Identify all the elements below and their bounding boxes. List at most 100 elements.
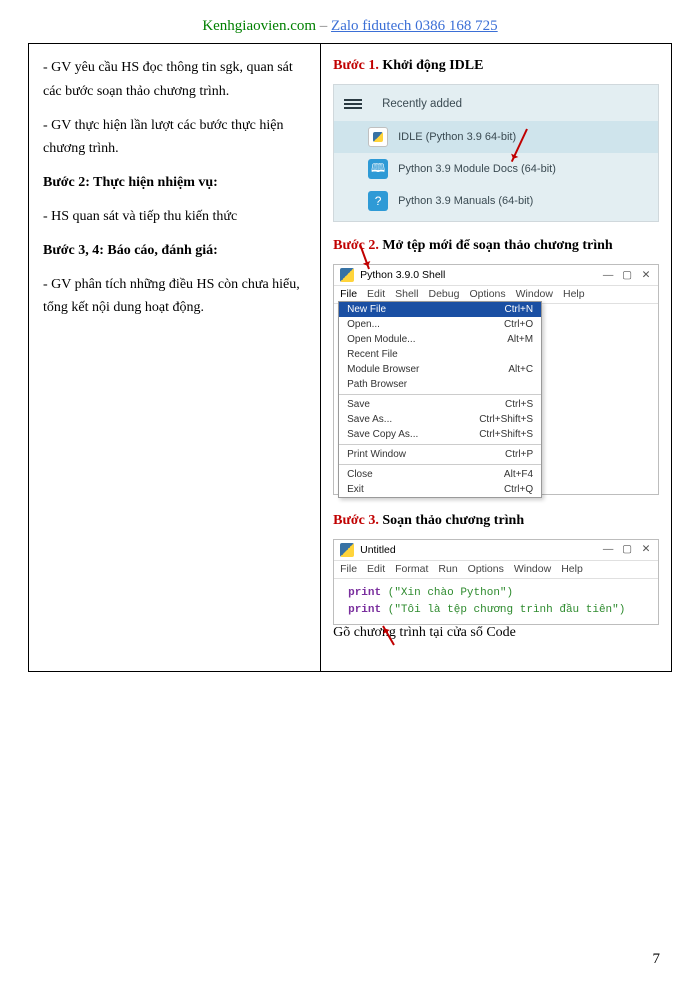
start-item-idle[interactable]: IDLE (Python 3.9 64-bit) [334,121,658,153]
menu-options[interactable]: Options [469,288,505,300]
menu-item-open[interactable]: Open... Ctrl+O [339,317,541,332]
menu-item-pathbrowser[interactable]: Path Browser [339,377,541,392]
page-header: Kenhgiaovien.com – Zalo fidutech 0386 16… [0,0,700,43]
menu-item-exit[interactable]: Exit Ctrl+Q [339,482,541,497]
dash: – [316,18,331,34]
menu-edit[interactable]: Edit [367,563,385,575]
minimize-button[interactable]: — [602,543,614,555]
code-keyword: print [348,587,388,599]
menu-item-label: Open... [347,319,380,330]
step1-screenshot: Recently added IDLE (Python 3.9 64-bit) … [333,84,659,222]
left-column: - GV yêu cầu HS đọc thông tin sgk, quan … [29,44,321,671]
python-icon [340,268,354,282]
menu-item-shortcut: Ctrl+Shift+S [479,429,533,440]
menu-item-label: Path Browser [347,379,407,390]
left-p2: - GV thực hiện lần lượt các bước thực hi… [43,114,306,162]
menu-file[interactable]: File [340,288,357,300]
menu-item-label: Save As... [347,414,392,425]
recently-added-label: Recently added [382,98,462,110]
code-string: ("Tôi là tệp chương trình đầu tiên") [388,604,626,616]
step1-title: Bước 1. Khởi động IDLE [333,58,659,74]
menu-item-close[interactable]: Close Alt+F4 [339,467,541,482]
menu-item-shortcut: Ctrl+P [505,449,533,460]
menu-window[interactable]: Window [516,288,553,300]
left-h3: Bước 3, 4: Báo cáo, đánh giá: [43,239,306,263]
python-icon [340,543,354,557]
menu-item-label: Save Copy As... [347,429,418,440]
menu-separator [339,444,541,445]
start-item-manuals[interactable]: ? Python 3.9 Manuals (64-bit) [334,185,658,217]
menu-item-save[interactable]: Save Ctrl+S [339,397,541,412]
menu-item-shortcut: Alt+C [508,364,533,375]
start-item-label: Python 3.9 Manuals (64-bit) [398,195,533,207]
menu-item-label: Recent File [347,349,398,360]
left-p3: - HS quan sát và tiếp thu kiến thức [43,205,306,229]
menu-format[interactable]: Format [395,563,428,575]
start-topbar: Recently added [334,91,658,121]
menu-item-label: Exit [347,484,364,495]
step2-rest: Mở tệp mới để soạn thảo chương trình [379,238,613,253]
left-h2: Bước 2: Thực hiện nhiệm vụ: [43,171,306,195]
menu-options[interactable]: Options [468,563,504,575]
minimize-button[interactable]: — [602,269,614,281]
menu-item-shortcut: Ctrl+S [505,399,533,410]
menu-edit[interactable]: Edit [367,288,385,300]
menu-help[interactable]: Help [561,563,583,575]
menu-debug[interactable]: Debug [428,288,459,300]
menu-item-saveas[interactable]: Save As... Ctrl+Shift+S [339,412,541,427]
menu-item-recent[interactable]: Recent File [339,347,541,362]
menu-item-print[interactable]: Print Window Ctrl+P [339,447,541,462]
menu-item-label: New File [347,304,386,315]
menu-item-shortcut: Ctrl+Q [504,484,533,495]
code-string: ("Xin chào Python") [388,587,513,599]
menu-item-shortcut: Ctrl+N [504,304,533,315]
start-item-label: Python 3.9 Module Docs (64-bit) [398,163,556,175]
step3-screenshot: Untitled — ▢ ✕ File Edit Format Run Opti… [333,539,659,625]
maximize-button[interactable]: ▢ [621,269,633,281]
menu-item-label: Save [347,399,370,410]
menu-window[interactable]: Window [514,563,551,575]
window-titlebar: Python 3.9.0 Shell — ▢ ✕ [334,265,658,286]
left-p4: - GV phân tích những điều HS còn chưa hi… [43,273,306,321]
maximize-button[interactable]: ▢ [621,543,633,555]
window-title: Python 3.9.0 Shell [360,269,445,281]
zalo-link[interactable]: Zalo fidutech 0386 168 725 [331,18,498,34]
step1-red: Bước 1. [333,58,379,73]
start-item-label: IDLE (Python 3.9 64-bit) [398,131,516,143]
close-button[interactable]: ✕ [640,269,652,281]
step1-rest: Khởi động IDLE [379,58,484,73]
start-item-docs[interactable]: 🕮 Python 3.9 Module Docs (64-bit) [334,153,658,185]
menu-item-label: Open Module... [347,334,415,345]
content-frame: - GV yêu cầu HS đọc thông tin sgk, quan … [28,43,672,672]
window-titlebar: Untitled — ▢ ✕ [334,540,658,561]
code-editor[interactable]: print ("Xin chào Python") print ("Tôi là… [334,579,658,624]
site-name[interactable]: Kenhgiaovien.com [202,18,316,34]
menu-item-savecopy[interactable]: Save Copy As... Ctrl+Shift+S [339,427,541,442]
doc-icon: 🕮 [368,159,388,179]
menu-item-newfile[interactable]: New File Ctrl+N [339,302,541,317]
menu-file[interactable]: File [340,563,357,575]
step3-title: Bước 3. Soạn thảo chương trình [333,513,659,529]
menu-item-shortcut: Alt+F4 [504,469,533,480]
window-title: Untitled [360,544,396,556]
menu-item-label: Module Browser [347,364,419,375]
menu-item-openmodule[interactable]: Open Module... Alt+M [339,332,541,347]
close-button[interactable]: ✕ [640,543,652,555]
menu-item-label: Close [347,469,373,480]
menu-item-shortcut: Ctrl+O [504,319,533,330]
left-p1: - GV yêu cầu HS đọc thông tin sgk, quan … [43,56,306,104]
menu-shell[interactable]: Shell [395,288,418,300]
menu-item-shortcut: Ctrl+Shift+S [479,414,533,425]
menubar: File Edit Format Run Options Window Help [334,561,658,579]
step3-rest: Soạn thảo chương trình [379,513,524,528]
hamburger-icon[interactable] [344,97,362,111]
step3-wrap: Untitled — ▢ ✕ File Edit Format Run Opti… [333,539,659,641]
help-icon: ? [368,191,388,211]
menu-item-shortcut: Alt+M [507,334,533,345]
menu-run[interactable]: Run [438,563,457,575]
menu-help[interactable]: Help [563,288,585,300]
file-menu-dropdown: New File Ctrl+N Open... Ctrl+O Open Module… [338,301,542,498]
right-column: Bước 1. Khởi động IDLE Recently added ID… [321,44,671,671]
menu-item-modulebrowser[interactable]: Module Browser Alt+C [339,362,541,377]
menu-item-label: Print Window [347,449,406,460]
